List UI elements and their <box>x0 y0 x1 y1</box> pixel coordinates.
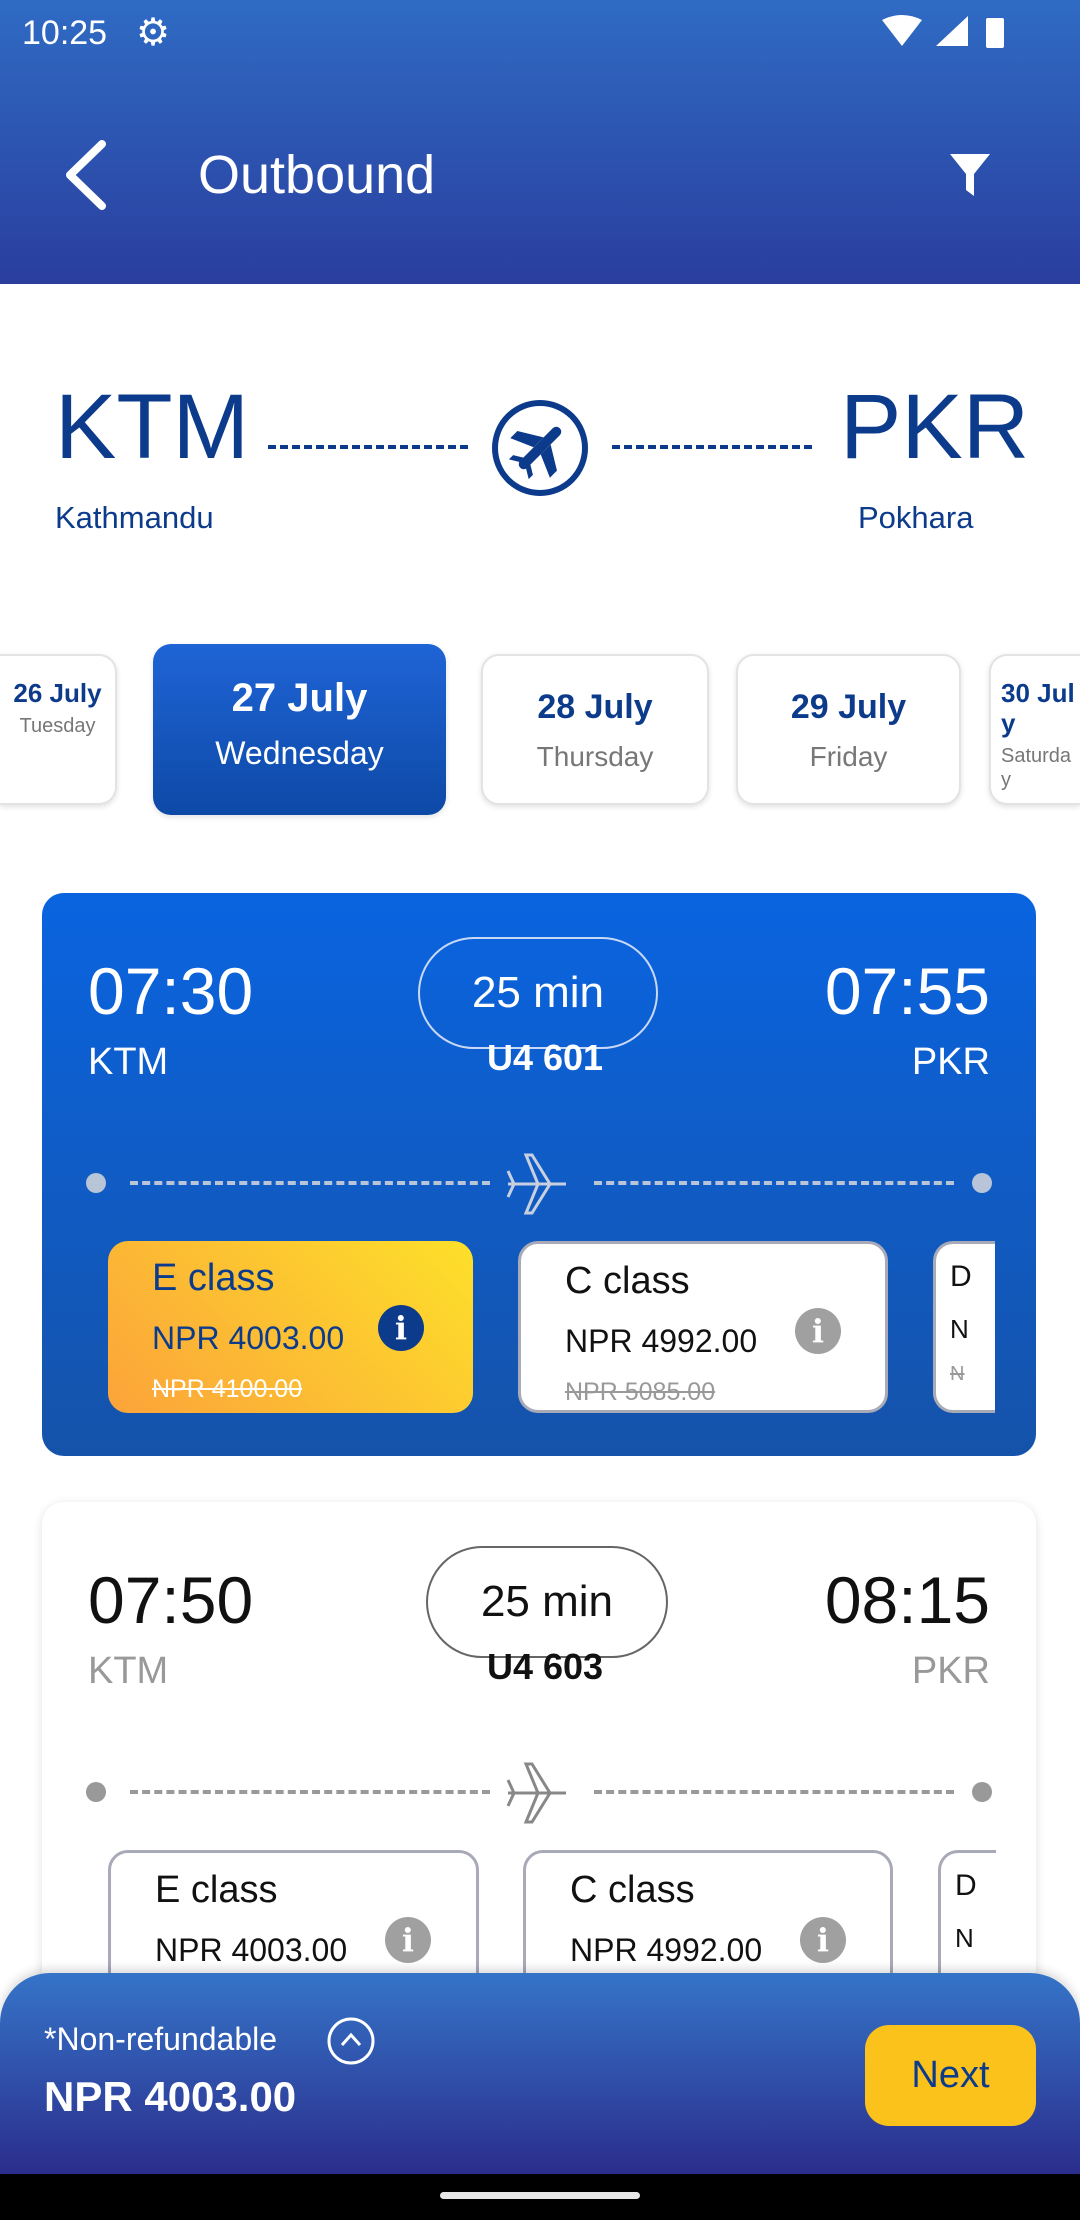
page-title: Outbound <box>198 145 436 205</box>
info-icon[interactable]: i <box>795 1308 841 1354</box>
date-label: 26 July <box>13 678 102 708</box>
date-tab[interactable]: 29 July Friday <box>736 654 961 805</box>
destination-dot <box>972 1782 992 1802</box>
status-icons <box>882 15 1004 48</box>
date-label: 28 July <box>537 688 653 726</box>
day-label: Friday <box>809 741 888 772</box>
day-label: Wednesday <box>215 735 384 771</box>
date-label: 27 July <box>231 676 368 720</box>
flight-number: U4 601 <box>486 1037 604 1078</box>
flight-card[interactable]: 07:50 25 min 08:15 KTM U4 603 PKR E clas… <box>42 1502 1036 2022</box>
info-icon[interactable]: i <box>385 1917 431 1963</box>
date-label: 29 July <box>790 688 907 726</box>
fare-original-price: NPR 5085.00 <box>565 1378 716 1406</box>
app-header: 10:25 ⚙ Outbound <box>0 0 1080 284</box>
fare-class: D <box>950 1260 972 1293</box>
fare-class: E class <box>155 1869 278 1911</box>
flight-path <box>594 1790 954 1794</box>
gear-icon: ⚙ <box>136 12 171 54</box>
origin-airport: KTM <box>88 1650 169 1692</box>
battery-icon <box>986 18 1004 48</box>
chevron-up-icon[interactable] <box>326 2016 376 2066</box>
departure-time: 07:30 <box>88 954 254 1028</box>
destination-code: PKR <box>840 376 1030 478</box>
fare-option[interactable]: D N N <box>933 1241 995 1413</box>
origin-airport: KTM <box>88 1041 169 1083</box>
status-time: 10:25 <box>22 14 108 52</box>
info-icon[interactable]: i <box>378 1305 424 1351</box>
destination-dot <box>972 1173 992 1193</box>
flight-number: U4 603 <box>486 1646 604 1687</box>
destination-airport: PKR <box>911 1650 990 1692</box>
fare-class: C class <box>565 1260 690 1302</box>
arrival-time: 07:55 <box>824 954 990 1028</box>
day-label: Tuesday <box>19 715 96 737</box>
home-indicator[interactable] <box>440 2192 640 2199</box>
duration-pill: 25 min <box>426 1546 668 1658</box>
refund-note: *Non-refundable <box>44 2021 278 2057</box>
system-nav-bar <box>0 2174 1080 2220</box>
date-tab[interactable]: 28 July Thursday <box>481 654 709 805</box>
fare-class: C class <box>570 1869 695 1911</box>
origin-dot <box>86 1782 106 1802</box>
destination-city: Pokhara <box>858 500 974 535</box>
route-dash <box>268 445 468 449</box>
route-dash <box>612 445 812 449</box>
wifi-icon <box>882 15 922 46</box>
origin-city: Kathmandu <box>55 500 214 535</box>
departure-time: 07:50 <box>88 1563 254 1637</box>
arrival-time: 08:15 <box>824 1563 990 1637</box>
fare-option-selected[interactable]: E class NPR 4003.00 NPR 4100.00 i <box>108 1241 473 1413</box>
airplane-icon <box>506 1762 566 1824</box>
date-label: 30 July <box>1001 678 1075 738</box>
plane-icon <box>492 400 588 496</box>
fare-original-price: NPR 4100.00 <box>152 1375 303 1403</box>
origin-dot <box>86 1173 106 1193</box>
day-label: Thursday <box>536 741 654 772</box>
fare-class: E class <box>152 1257 275 1299</box>
fare-class: D <box>955 1869 977 1902</box>
day-label: Saturday <box>1001 745 1072 791</box>
flight-path <box>130 1790 490 1794</box>
fare-price: N <box>955 1923 974 1953</box>
date-tab-selected[interactable]: 27 July Wednesday <box>153 644 446 815</box>
total-price: NPR 4003.00 <box>44 2073 297 2120</box>
fare-option[interactable]: C class NPR 4992.00 NPR 5085.00 i <box>518 1241 888 1413</box>
summary-bar: *Non-refundable NPR 4003.00 Next <box>0 1973 1080 2174</box>
origin-code: KTM <box>55 376 250 478</box>
fare-original-price: N <box>950 1363 965 1385</box>
flight-card-selected[interactable]: 07:30 25 min 07:55 KTM U4 601 PKR E clas… <box>42 893 1036 1456</box>
fare-price: N <box>950 1314 969 1344</box>
back-button[interactable] <box>62 140 112 210</box>
next-button[interactable]: Next <box>865 2025 1036 2126</box>
date-tab[interactable]: 26 July Tuesday <box>0 654 117 805</box>
info-icon[interactable]: i <box>800 1917 846 1963</box>
flight-path <box>594 1181 954 1185</box>
date-tab[interactable]: 30 July Saturday <box>989 654 1080 805</box>
signal-icon <box>936 16 968 46</box>
destination-airport: PKR <box>911 1041 990 1083</box>
flight-path <box>130 1181 490 1185</box>
filter-icon[interactable] <box>948 152 992 198</box>
airplane-icon <box>506 1153 566 1215</box>
duration-pill: 25 min <box>418 937 658 1049</box>
